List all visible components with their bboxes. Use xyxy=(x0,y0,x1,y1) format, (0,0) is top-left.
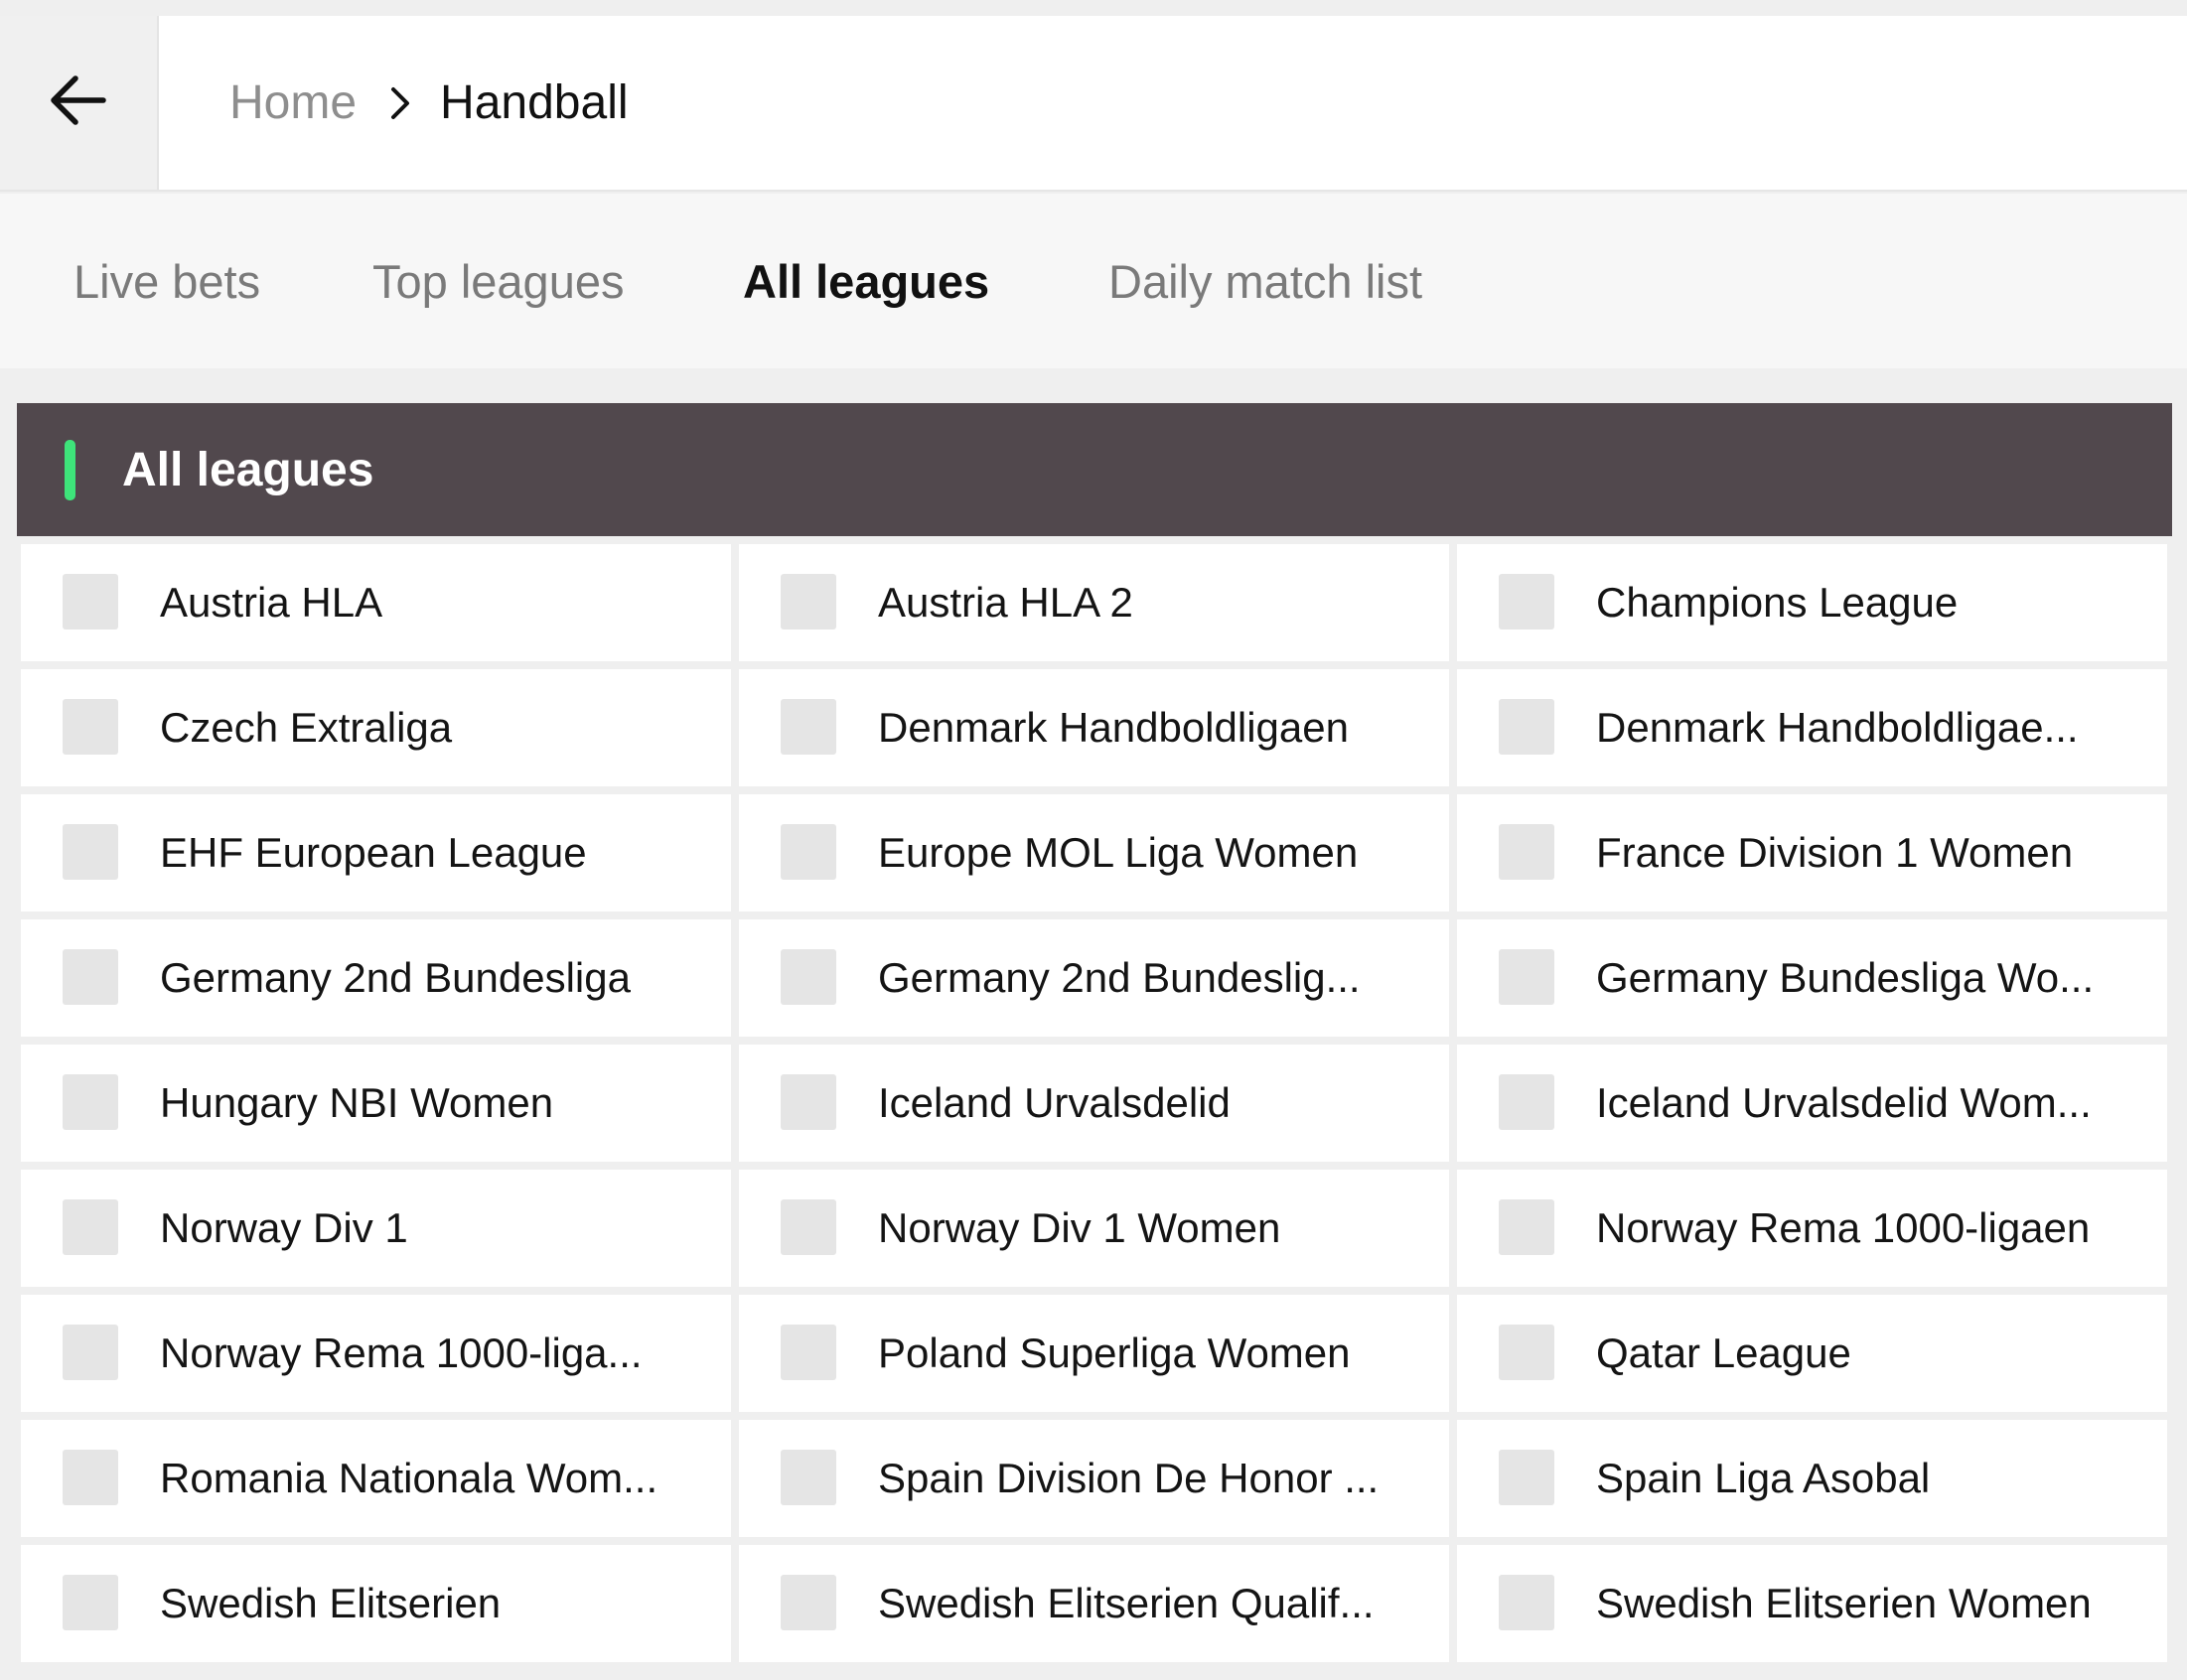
league-checkbox[interactable] xyxy=(781,824,836,880)
league-label: Denmark Handboldligaen xyxy=(878,704,1349,751)
league-label: Norway Rema 1000-liga... xyxy=(160,1330,643,1376)
league-checkbox[interactable] xyxy=(781,1575,836,1630)
league-item[interactable]: Hungary NBI Women xyxy=(21,1045,731,1162)
chevron-right-icon xyxy=(390,86,410,120)
league-item[interactable]: Iceland Urvalsdelid Wom... xyxy=(1457,1045,2167,1162)
tab-all-leagues[interactable]: All leagues xyxy=(743,194,989,368)
league-checkbox[interactable] xyxy=(63,1074,118,1130)
breadcrumb: Home Handball xyxy=(229,16,629,190)
league-checkbox[interactable] xyxy=(1499,699,1554,755)
league-item[interactable]: Iceland Urvalsdelid xyxy=(739,1045,1449,1162)
league-checkbox[interactable] xyxy=(781,1450,836,1505)
league-label: Norway Div 1 Women xyxy=(878,1204,1281,1251)
league-checkbox[interactable] xyxy=(781,949,836,1005)
league-checkbox[interactable] xyxy=(781,699,836,755)
league-label: Germany Bundesliga Wo... xyxy=(1596,954,2095,1001)
league-label: Hungary NBI Women xyxy=(160,1079,554,1126)
league-checkbox[interactable] xyxy=(781,1325,836,1380)
section-title: All leagues xyxy=(122,443,374,496)
league-checkbox[interactable] xyxy=(1499,574,1554,630)
league-item[interactable]: EHF European League xyxy=(21,794,731,911)
tab-daily-match-list[interactable]: Daily match list xyxy=(1108,194,1422,368)
league-checkbox[interactable] xyxy=(781,574,836,630)
league-checkbox[interactable] xyxy=(1499,1325,1554,1380)
league-item[interactable]: France Division 1 Women xyxy=(1457,794,2167,911)
league-checkbox[interactable] xyxy=(781,1199,836,1255)
league-checkbox[interactable] xyxy=(63,1199,118,1255)
league-label: Spain Division De Honor ... xyxy=(878,1455,1380,1501)
league-item[interactable]: Spain Division De Honor ... xyxy=(739,1420,1449,1537)
league-label: Austria HLA 2 xyxy=(878,579,1133,626)
arrow-left-icon xyxy=(50,74,107,131)
league-checkbox[interactable] xyxy=(63,1450,118,1505)
league-item[interactable]: Norway Rema 1000-liga... xyxy=(21,1295,731,1412)
league-label: Iceland Urvalsdelid Wom... xyxy=(1596,1079,2092,1126)
league-label: Champions League xyxy=(1596,579,1959,626)
tab-live-bets[interactable]: Live bets xyxy=(73,194,260,368)
league-item[interactable]: Norway Div 1 xyxy=(21,1170,731,1287)
league-label: Swedish Elitserien Qualif... xyxy=(878,1580,1375,1626)
league-checkbox[interactable] xyxy=(63,824,118,880)
league-item[interactable]: Denmark Handboldligaen xyxy=(739,669,1449,786)
league-label: Swedish Elitserien xyxy=(160,1580,502,1626)
league-label: Germany 2nd Bundesliga xyxy=(160,954,631,1001)
tab-bar: Live bets Top leagues All leagues Daily … xyxy=(0,194,2187,368)
league-checkbox[interactable] xyxy=(63,949,118,1005)
league-item[interactable]: Swedish Elitserien Qualif... xyxy=(739,1545,1449,1662)
league-item[interactable]: Qatar League xyxy=(1457,1295,2167,1412)
league-item[interactable]: Romania Nationala Wom... xyxy=(21,1420,731,1537)
league-label: Norway Rema 1000-ligaen xyxy=(1596,1204,2091,1251)
league-item[interactable]: Austria HLA 2 xyxy=(739,544,1449,661)
league-label: Qatar League xyxy=(1596,1330,1851,1376)
league-item[interactable]: Europe MOL Liga Women xyxy=(739,794,1449,911)
league-item[interactable]: Germany Bundesliga Wo... xyxy=(1457,919,2167,1037)
league-label: Czech Extraliga xyxy=(160,704,453,751)
league-item[interactable]: Denmark Handboldligae... xyxy=(1457,669,2167,786)
league-checkbox[interactable] xyxy=(63,1575,118,1630)
league-item[interactable]: Swedish Elitserien xyxy=(21,1545,731,1662)
league-checkbox[interactable] xyxy=(63,1325,118,1380)
league-label: Poland Superliga Women xyxy=(878,1330,1351,1376)
league-label: Europe MOL Liga Women xyxy=(878,829,1359,876)
league-checkbox[interactable] xyxy=(1499,949,1554,1005)
league-item[interactable]: Norway Rema 1000-ligaen xyxy=(1457,1170,2167,1287)
league-item[interactable]: Poland Superliga Women xyxy=(739,1295,1449,1412)
league-label: France Division 1 Women xyxy=(1596,829,2074,876)
league-item[interactable]: Spain Liga Asobal xyxy=(1457,1420,2167,1537)
league-checkbox[interactable] xyxy=(1499,1450,1554,1505)
page-header: Home Handball xyxy=(0,16,2187,192)
league-checkbox[interactable] xyxy=(1499,824,1554,880)
league-label: Spain Liga Asobal xyxy=(1596,1455,1931,1501)
league-checkbox[interactable] xyxy=(1499,1575,1554,1630)
section-accent-bar xyxy=(65,440,75,500)
tab-top-leagues[interactable]: Top leagues xyxy=(372,194,624,368)
breadcrumb-current: Handball xyxy=(440,76,629,129)
league-checkbox[interactable] xyxy=(1499,1199,1554,1255)
league-item[interactable]: Champions League xyxy=(1457,544,2167,661)
league-item[interactable]: Norway Div 1 Women xyxy=(739,1170,1449,1287)
league-item[interactable]: Austria HLA xyxy=(21,544,731,661)
league-checkbox[interactable] xyxy=(781,1074,836,1130)
league-label: Swedish Elitserien Women xyxy=(1596,1580,2092,1626)
breadcrumb-home-link[interactable]: Home xyxy=(229,75,357,130)
league-item[interactable]: Germany 2nd Bundesliga xyxy=(21,919,731,1037)
league-label: Romania Nationala Wom... xyxy=(160,1455,658,1501)
league-checkbox[interactable] xyxy=(63,699,118,755)
league-label: Germany 2nd Bundeslig... xyxy=(878,954,1361,1001)
league-label: Austria HLA xyxy=(160,579,383,626)
league-checkbox[interactable] xyxy=(63,574,118,630)
league-item[interactable]: Czech Extraliga xyxy=(21,669,731,786)
league-label: Norway Div 1 xyxy=(160,1204,408,1251)
top-strip xyxy=(0,0,2187,16)
section-header: All leagues xyxy=(17,403,2172,536)
league-item[interactable]: Swedish Elitserien Women xyxy=(1457,1545,2167,1662)
league-label: Denmark Handboldligae... xyxy=(1596,704,2079,751)
back-button[interactable] xyxy=(0,16,159,190)
league-item[interactable]: Germany 2nd Bundeslig... xyxy=(739,919,1449,1037)
league-label: EHF European League xyxy=(160,829,587,876)
league-checkbox[interactable] xyxy=(1499,1074,1554,1130)
league-label: Iceland Urvalsdelid xyxy=(878,1079,1231,1126)
